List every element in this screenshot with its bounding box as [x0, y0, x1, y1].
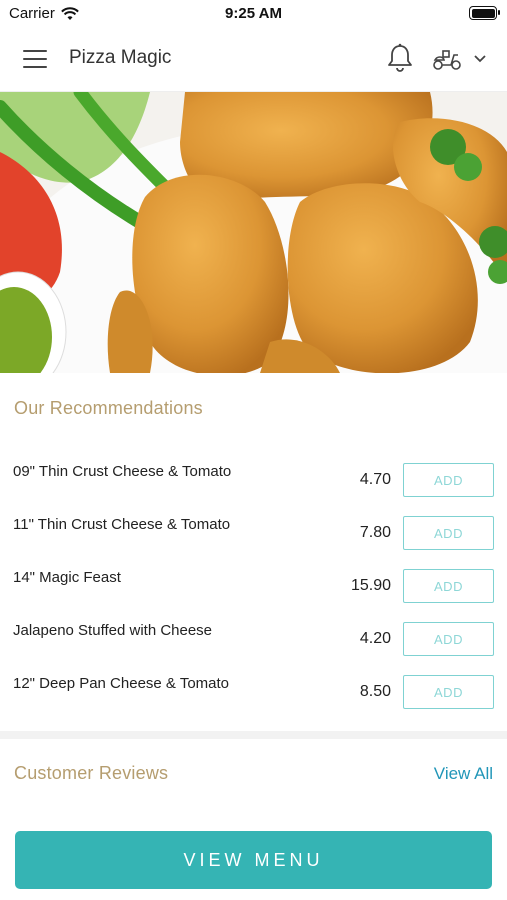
hamburger-menu-icon[interactable]	[23, 50, 47, 68]
recommendation-item: Jalapeno Stuffed with Cheese 4.20 ADD	[0, 622, 507, 656]
item-price: 7.80	[359, 524, 391, 541]
item-price: 8.50	[359, 683, 391, 700]
item-name: 11" Thin Crust Cheese & Tomato	[13, 516, 231, 533]
section-divider	[0, 731, 507, 739]
customer-reviews-title: Customer Reviews	[14, 763, 169, 783]
recommendation-item: 14" Magic Feast 15.90 ADD	[0, 569, 507, 603]
recommendation-item: 09" Thin Crust Cheese & Tomato 4.70 ADD	[0, 463, 507, 497]
view-all-link[interactable]: View All	[434, 764, 493, 784]
view-menu-button[interactable]: VIEW MENU	[15, 831, 492, 889]
page-title: Pizza Magic	[69, 47, 172, 68]
add-button[interactable]: ADD	[403, 516, 494, 550]
item-name: 12" Deep Pan Cheese & Tomato	[13, 675, 230, 692]
hero-illustration	[0, 92, 507, 373]
add-button[interactable]: ADD	[403, 675, 494, 709]
chevron-down-icon[interactable]	[472, 50, 488, 66]
app-header: Pizza Magic	[0, 26, 507, 92]
recommendation-item: 11" Thin Crust Cheese & Tomato 7.80 ADD	[0, 516, 507, 550]
status-bar: Carrier 9:25 AM	[0, 0, 507, 26]
battery-icon	[469, 6, 500, 20]
bell-icon[interactable]	[386, 43, 414, 73]
scooter-icon[interactable]	[431, 46, 463, 72]
item-price: 4.70	[359, 471, 391, 488]
add-button[interactable]: ADD	[403, 463, 494, 497]
add-button[interactable]: ADD	[403, 622, 494, 656]
item-name: 14" Magic Feast	[13, 569, 121, 586]
recommendation-item: 12" Deep Pan Cheese & Tomato 8.50 ADD	[0, 675, 507, 709]
item-name: Jalapeno Stuffed with Cheese	[13, 622, 213, 639]
add-button[interactable]: ADD	[403, 569, 494, 603]
item-price: 15.90	[350, 577, 391, 594]
hero-food-image	[0, 92, 507, 373]
item-name: 09" Thin Crust Cheese & Tomato	[13, 463, 232, 480]
status-time: 9:25 AM	[225, 5, 282, 22]
recommendations-title: Our Recommendations	[14, 398, 203, 418]
item-price: 4.20	[359, 630, 391, 647]
